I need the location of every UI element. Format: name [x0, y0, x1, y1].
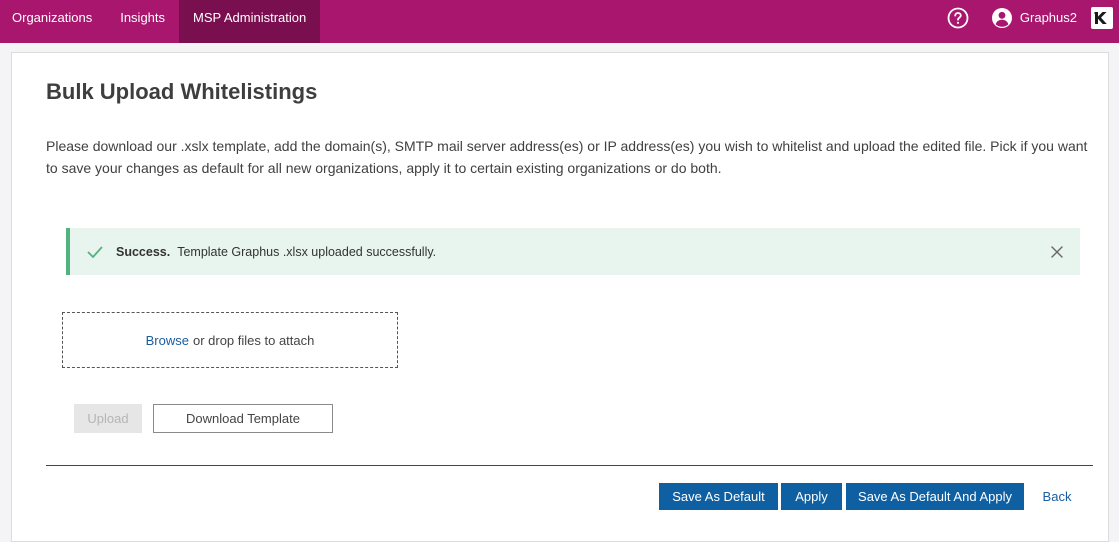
page-description: Please download our .xslx template, add …: [46, 138, 1088, 176]
page-title: Bulk Upload Whitelistings: [46, 79, 318, 104]
top-navigation-bar: Organizations Insights MSP Administratio…: [0, 0, 1119, 43]
bulk-upload-card: Bulk Upload Whitelistings Please downloa…: [11, 52, 1109, 542]
file-drop-zone[interactable]: Browse or drop files to attach: [62, 312, 398, 368]
success-alert: Success. Template Graphus .xlsx uploaded…: [66, 228, 1080, 275]
nav-item-msp-administration[interactable]: MSP Administration: [179, 0, 321, 43]
alert-message: Template Graphus .xlsx uploaded successf…: [177, 244, 437, 259]
topbar-right-area: Graphus2: [947, 0, 1119, 35]
save-as-default-and-apply-button[interactable]: Save As Default And Apply: [846, 483, 1024, 510]
apply-button[interactable]: Apply: [781, 483, 842, 510]
user-circle-icon: [991, 7, 1012, 28]
user-menu[interactable]: Graphus2: [991, 7, 1077, 29]
user-name: Graphus2: [1019, 10, 1077, 25]
upload-button[interactable]: Upload: [74, 404, 142, 433]
drop-zone-text: or drop files to attach: [192, 332, 315, 348]
browse-link[interactable]: Browse: [146, 333, 189, 348]
brand-logo-icon[interactable]: [1091, 6, 1113, 29]
back-button[interactable]: Back: [1032, 483, 1082, 510]
nav-item-organizations[interactable]: Organizations: [0, 0, 106, 43]
help-icon[interactable]: [947, 7, 969, 29]
close-icon[interactable]: [1050, 245, 1064, 259]
nav-item-insights[interactable]: Insights: [106, 0, 179, 43]
k-logo-icon: [1094, 11, 1107, 24]
save-as-default-button[interactable]: Save As Default: [659, 483, 778, 510]
download-template-button[interactable]: Download Template: [153, 404, 333, 433]
alert-title: Success.: [116, 244, 171, 259]
divider: [46, 465, 1093, 466]
check-icon: [87, 246, 103, 258]
